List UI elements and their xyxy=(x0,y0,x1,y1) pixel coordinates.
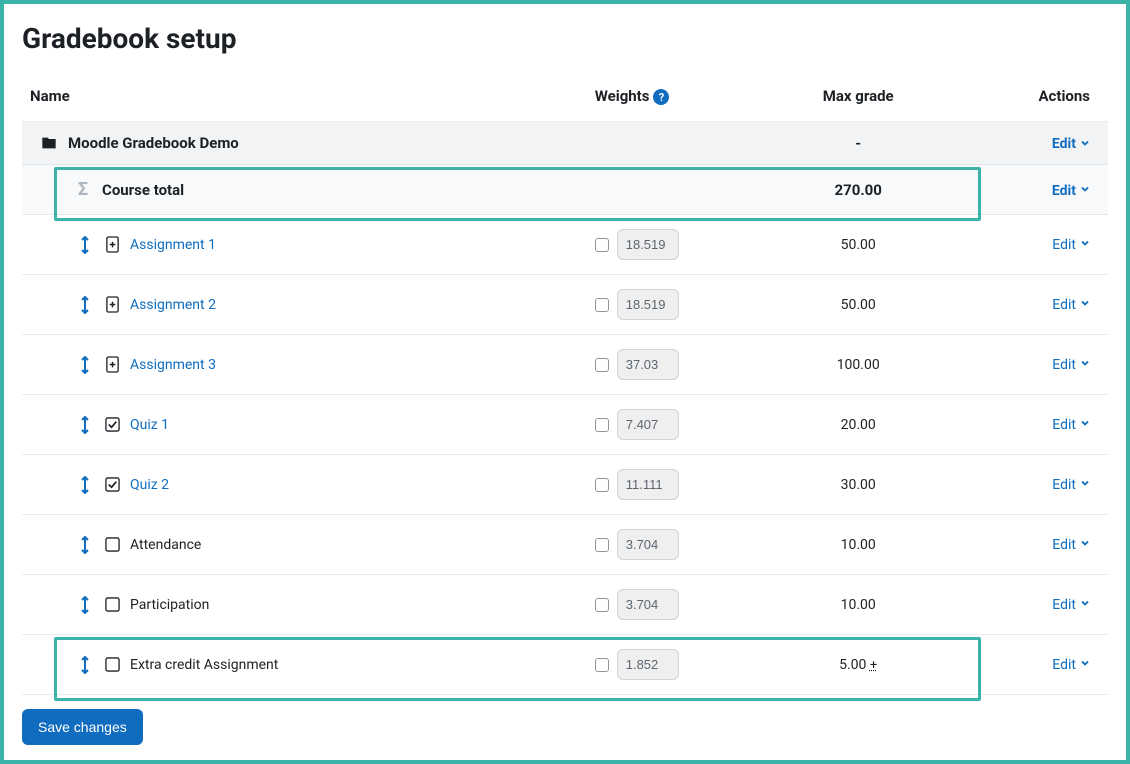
gradebook-table: Name Weights? Max grade Actions Moodle G… xyxy=(22,73,1108,695)
max-grade-value: 20.00 xyxy=(750,395,967,455)
col-weights-label: Weights xyxy=(595,87,650,105)
grade-item-row: Extra credit Assignment 5.00 + Edit xyxy=(22,635,1108,695)
edit-item-menu[interactable]: Edit xyxy=(1052,657,1090,673)
assignment-icon xyxy=(104,297,120,313)
edit-category-menu[interactable]: Edit xyxy=(1052,136,1090,152)
chevron-down-icon xyxy=(1080,598,1090,611)
grade-item-name: Attendance xyxy=(130,537,201,553)
weight-override-checkbox[interactable] xyxy=(595,598,609,612)
weight-input[interactable] xyxy=(617,529,679,560)
grade-item-link[interactable]: Assignment 1 xyxy=(130,237,216,253)
move-handle-icon[interactable] xyxy=(80,416,94,434)
manual-icon xyxy=(104,657,120,673)
weight-input[interactable] xyxy=(617,649,679,680)
col-weights-header: Weights? xyxy=(587,73,750,122)
move-handle-icon[interactable] xyxy=(80,296,94,314)
table-header-row: Name Weights? Max grade Actions xyxy=(22,73,1108,122)
grade-item-link[interactable]: Assignment 2 xyxy=(130,297,216,313)
chevron-down-icon xyxy=(1080,184,1090,197)
col-max-header: Max grade xyxy=(750,73,967,122)
quiz-icon xyxy=(104,417,120,433)
weight-override-checkbox[interactable] xyxy=(595,238,609,252)
move-handle-icon[interactable] xyxy=(80,536,94,554)
chevron-down-icon xyxy=(1080,658,1090,671)
manual-icon xyxy=(104,537,120,553)
col-name-header: Name xyxy=(22,73,587,122)
max-grade-value: 50.00 xyxy=(750,275,967,335)
edit-item-menu[interactable]: Edit xyxy=(1052,357,1090,373)
grade-item-link[interactable]: Quiz 2 xyxy=(130,477,169,493)
grade-item-row: Assignment 3 100.00 Edit xyxy=(22,335,1108,395)
course-total-value: 270.00 xyxy=(750,165,967,215)
category-name: Moodle Gradebook Demo xyxy=(68,134,239,152)
grade-item-row: Attendance 10.00 Edit xyxy=(22,515,1108,575)
weight-input[interactable] xyxy=(617,229,679,260)
grade-item-link[interactable]: Quiz 1 xyxy=(130,417,169,433)
weight-override-checkbox[interactable] xyxy=(595,538,609,552)
edit-item-menu[interactable]: Edit xyxy=(1052,297,1090,313)
manual-icon xyxy=(104,597,120,613)
sigma-icon: Σ xyxy=(74,179,92,200)
grade-item-row: Quiz 2 30.00 Edit xyxy=(22,455,1108,515)
max-grade-value: 100.00 xyxy=(750,335,967,395)
weight-input[interactable] xyxy=(617,469,679,500)
grade-item-row: Assignment 2 50.00 Edit xyxy=(22,275,1108,335)
extra-credit-indicator: + xyxy=(870,658,877,673)
edit-item-menu[interactable]: Edit xyxy=(1052,477,1090,493)
chevron-down-icon xyxy=(1080,478,1090,491)
weight-override-checkbox[interactable] xyxy=(595,478,609,492)
course-total-row: Σ Course total 270.00 Edit xyxy=(22,165,1108,215)
move-handle-icon[interactable] xyxy=(80,356,94,374)
app-frame: Gradebook setup Name Weights? Max grade … xyxy=(0,0,1130,764)
weight-input[interactable] xyxy=(617,409,679,440)
edit-item-menu[interactable]: Edit xyxy=(1052,597,1090,613)
weight-override-checkbox[interactable] xyxy=(595,418,609,432)
assignment-icon xyxy=(104,357,120,373)
edit-item-menu[interactable]: Edit xyxy=(1052,417,1090,433)
weight-override-checkbox[interactable] xyxy=(595,658,609,672)
max-grade-value: 50.00 xyxy=(750,215,967,275)
grade-item-row: Quiz 1 20.00 Edit xyxy=(22,395,1108,455)
edit-course-total-menu[interactable]: Edit xyxy=(1052,183,1090,199)
grade-item-row: Participation 10.00 Edit xyxy=(22,575,1108,635)
grade-item-name: Extra credit Assignment xyxy=(130,657,278,673)
edit-item-menu[interactable]: Edit xyxy=(1052,237,1090,253)
move-handle-icon[interactable] xyxy=(80,596,94,614)
help-icon[interactable]: ? xyxy=(653,89,669,105)
weight-input[interactable] xyxy=(617,589,679,620)
chevron-down-icon xyxy=(1080,418,1090,431)
save-changes-button[interactable]: Save changes xyxy=(22,709,143,745)
category-max: - xyxy=(750,122,967,165)
assignment-icon xyxy=(104,237,120,253)
category-row: Moodle Gradebook Demo - Edit xyxy=(22,122,1108,165)
max-grade-value: 10.00 xyxy=(750,515,967,575)
page-title: Gradebook setup xyxy=(22,22,1108,55)
quiz-icon xyxy=(104,477,120,493)
grade-item-link[interactable]: Assignment 3 xyxy=(130,357,216,373)
weight-input[interactable] xyxy=(617,349,679,380)
chevron-down-icon xyxy=(1080,538,1090,551)
folder-icon xyxy=(40,135,58,151)
weight-override-checkbox[interactable] xyxy=(595,358,609,372)
grade-item-row: Assignment 1 50.00 Edit xyxy=(22,215,1108,275)
chevron-down-icon xyxy=(1080,138,1090,151)
col-actions-header: Actions xyxy=(967,73,1108,122)
max-grade-value: 5.00 + xyxy=(750,635,967,695)
chevron-down-icon xyxy=(1080,238,1090,251)
max-grade-value: 30.00 xyxy=(750,455,967,515)
course-total-label: Course total xyxy=(102,181,184,199)
edit-item-menu[interactable]: Edit xyxy=(1052,537,1090,553)
weight-override-checkbox[interactable] xyxy=(595,298,609,312)
weight-input[interactable] xyxy=(617,289,679,320)
move-handle-icon[interactable] xyxy=(80,236,94,254)
grade-item-name: Participation xyxy=(130,597,209,613)
move-handle-icon[interactable] xyxy=(80,656,94,674)
chevron-down-icon xyxy=(1080,298,1090,311)
chevron-down-icon xyxy=(1080,358,1090,371)
max-grade-value: 10.00 xyxy=(750,575,967,635)
move-handle-icon[interactable] xyxy=(80,476,94,494)
